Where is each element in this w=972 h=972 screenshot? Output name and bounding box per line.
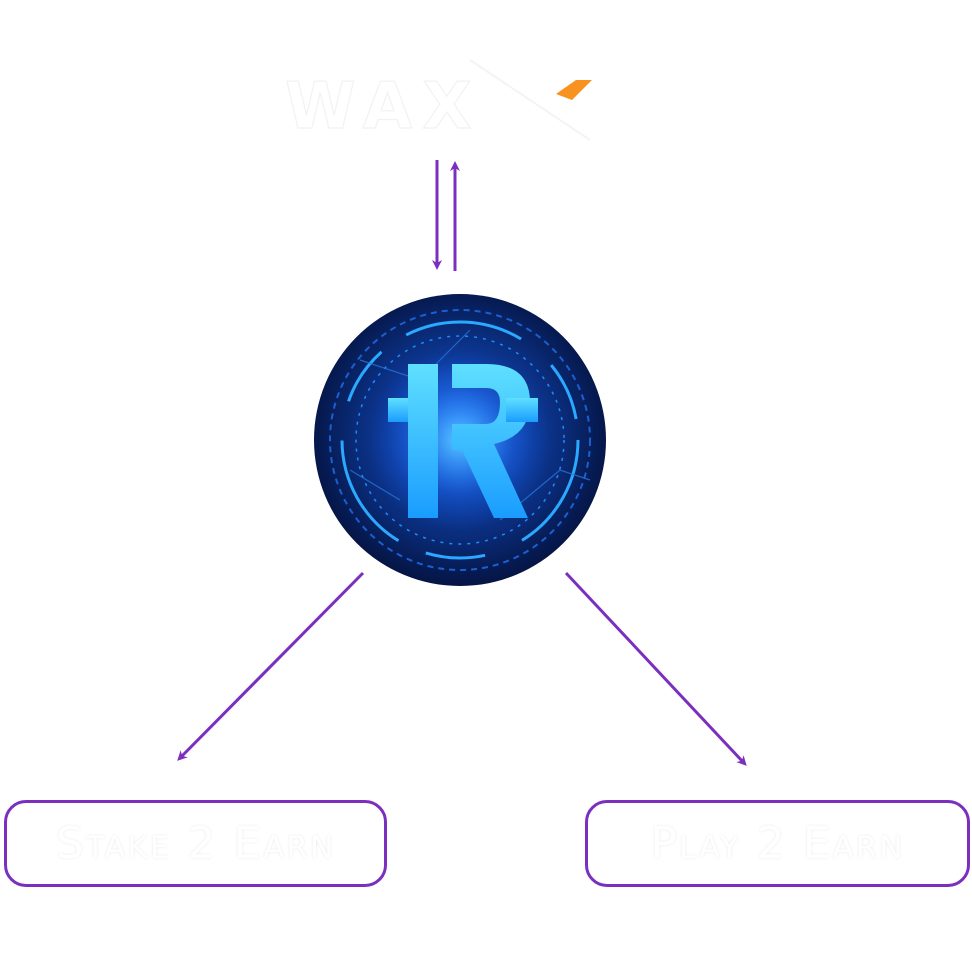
wax-logo-text: WAX	[285, 70, 482, 144]
play-2-earn-label: Play 2 Earn	[650, 818, 905, 869]
exchange-arrows	[432, 160, 460, 271]
arrow-to-stake	[177, 571, 365, 761]
stake-2-earn-box[interactable]: Stake 2 Earn	[4, 800, 387, 887]
wax-logo-icon: WAX	[284, 59, 592, 145]
play-2-earn-box[interactable]: Play 2 Earn	[585, 800, 970, 887]
wax-logo-accent	[556, 80, 592, 100]
r-coin-icon	[314, 294, 606, 586]
stake-2-earn-label: Stake 2 Earn	[55, 818, 336, 869]
arrow-to-play	[564, 571, 747, 766]
